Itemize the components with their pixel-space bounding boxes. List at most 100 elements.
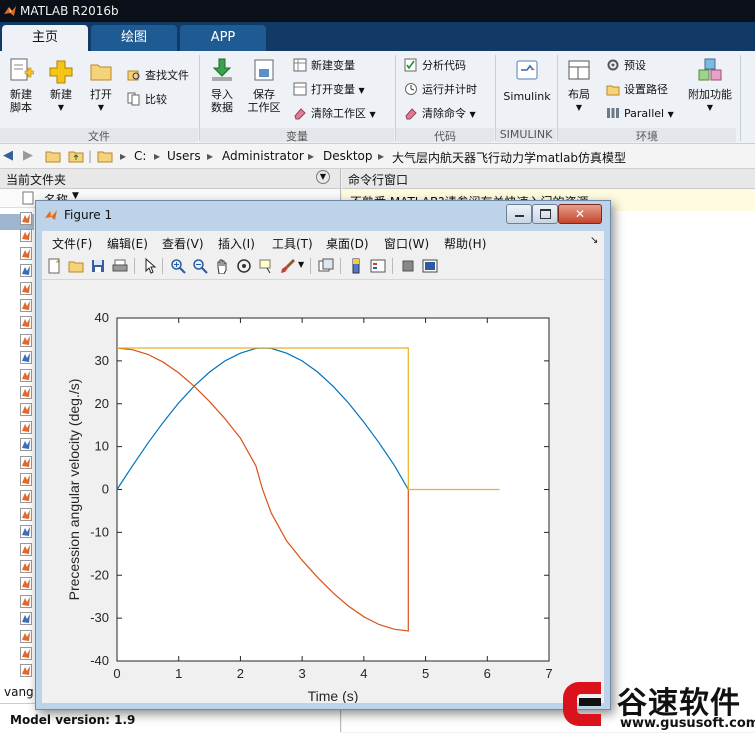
model-file-icon[interactable] bbox=[20, 594, 32, 608]
zoom-in-icon[interactable] bbox=[170, 258, 186, 274]
menu-help[interactable]: 帮助(H) bbox=[444, 235, 486, 252]
model-file-icon[interactable] bbox=[20, 473, 32, 486]
open-label: 打开 bbox=[90, 88, 112, 101]
new-button[interactable]: 新建 ▼ bbox=[44, 57, 78, 114]
save-icon[interactable] bbox=[90, 258, 106, 274]
layout-button[interactable]: 布局 ▼ bbox=[562, 57, 596, 114]
model-file-icon[interactable] bbox=[20, 664, 32, 678]
breadcrumb-current-folder[interactable]: 大气层内航天器飞行动力学matlab仿真模型 bbox=[392, 149, 626, 166]
legend-icon[interactable] bbox=[370, 258, 386, 274]
model-file-icon[interactable] bbox=[20, 386, 32, 399]
simulink-button[interactable]: Simulink bbox=[500, 57, 554, 103]
tab-apps[interactable]: APP bbox=[180, 25, 266, 51]
model-file-icon[interactable] bbox=[20, 333, 32, 347]
open-button[interactable]: 打开 ▼ bbox=[84, 57, 118, 114]
clear-commands-button[interactable]: 清除命令 ▼ bbox=[404, 104, 476, 124]
model-file-icon[interactable] bbox=[20, 299, 32, 312]
model-file-icon[interactable] bbox=[20, 542, 32, 556]
model-file-icon[interactable] bbox=[20, 264, 32, 278]
save-workspace-button[interactable]: 保存 工作区 bbox=[244, 57, 284, 114]
model-file-icon[interactable] bbox=[20, 420, 32, 434]
panel-menu-icon[interactable]: ▼ bbox=[316, 170, 330, 184]
line-chart[interactable]: 0 1 2 3 4 5 6 7 -40 -30 -20 -10 0 10 20 30 40 Time (s) Pre… bbox=[42, 280, 604, 704]
model-file-icon[interactable] bbox=[20, 368, 32, 382]
minimize-button[interactable] bbox=[506, 204, 532, 224]
set-path-button[interactable]: 设置路径 bbox=[606, 80, 668, 100]
browse-folder-icon[interactable] bbox=[45, 148, 61, 164]
model-file-icon[interactable] bbox=[20, 246, 32, 260]
figure-title-bar[interactable]: Figure 1 ✕ bbox=[36, 201, 610, 229]
find-files-button[interactable]: 查找文件 bbox=[127, 66, 189, 86]
model-file-icon[interactable] bbox=[20, 316, 32, 330]
model-file-icon[interactable] bbox=[20, 560, 32, 573]
model-file-icon[interactable] bbox=[20, 577, 32, 591]
model-file-icon[interactable] bbox=[20, 612, 32, 626]
chevron-down-icon: ▼ bbox=[575, 103, 583, 112]
tab-plots[interactable]: 绘图 bbox=[91, 25, 177, 51]
breadcrumb-c[interactable]: C: bbox=[134, 149, 146, 163]
model-file-icon[interactable] bbox=[20, 403, 32, 417]
maximize-button[interactable] bbox=[532, 204, 558, 224]
menu-file[interactable]: 文件(F) bbox=[52, 235, 92, 252]
chevron-down-icon: ▼ bbox=[57, 103, 65, 112]
rotate-3d-icon[interactable] bbox=[236, 258, 252, 274]
new-variable-button[interactable]: 新建变量 bbox=[293, 56, 355, 76]
pan-hand-icon[interactable] bbox=[214, 258, 230, 274]
data-cursor-icon[interactable] bbox=[258, 258, 274, 274]
pointer-icon[interactable] bbox=[142, 258, 158, 274]
open-variable-button[interactable]: 打开变量 ▼ bbox=[293, 80, 365, 100]
run-and-time-button[interactable]: 运行并计时 bbox=[404, 80, 477, 100]
menu-window[interactable]: 窗口(W) bbox=[384, 235, 429, 252]
model-file-icon[interactable] bbox=[20, 629, 32, 643]
model-file-icon[interactable] bbox=[20, 212, 32, 225]
new-script-button[interactable]: 新建 脚本 bbox=[4, 57, 38, 114]
addons-button[interactable]: 附加功能 ▼ bbox=[686, 57, 734, 114]
model-file-icon[interactable] bbox=[20, 229, 32, 243]
model-file-icon[interactable] bbox=[20, 507, 32, 521]
breadcrumb-administrator[interactable]: Administrator bbox=[222, 149, 304, 163]
forward-arrow-icon[interactable]: ▶ bbox=[23, 148, 33, 163]
show-plot-tools-icon[interactable] bbox=[422, 258, 438, 274]
current-folder-header: 当前文件夹 ▼ bbox=[0, 169, 340, 189]
menu-edit[interactable]: 编辑(E) bbox=[107, 235, 148, 252]
y-tick-label: -10 bbox=[90, 524, 109, 539]
dock-arrow-icon[interactable]: ↘ bbox=[590, 235, 598, 246]
figure-canvas[interactable]: 0 1 2 3 4 5 6 7 -40 -30 -20 -10 0 10 20 30 40 Time (s) Pre… bbox=[42, 280, 604, 704]
model-file-icon[interactable] bbox=[20, 490, 32, 504]
model-file-icon[interactable] bbox=[20, 281, 32, 295]
menu-view[interactable]: 查看(V) bbox=[162, 235, 204, 252]
menu-desktop[interactable]: 桌面(D) bbox=[326, 235, 369, 252]
preferences-button[interactable]: 预设 bbox=[606, 56, 646, 76]
model-file-icon[interactable] bbox=[20, 525, 32, 539]
open-file-icon[interactable] bbox=[68, 258, 84, 274]
up-folder-icon[interactable] bbox=[68, 148, 84, 164]
model-file-icon[interactable] bbox=[20, 351, 32, 365]
close-button[interactable]: ✕ bbox=[558, 204, 602, 224]
zoom-out-icon[interactable] bbox=[192, 258, 208, 274]
import-data-button[interactable]: 导入 数据 bbox=[204, 57, 240, 114]
parallel-button[interactable]: Parallel ▼ bbox=[606, 104, 674, 124]
analyze-code-button[interactable]: 分析代码 bbox=[404, 56, 466, 76]
model-file-icon[interactable] bbox=[20, 455, 32, 469]
tab-home[interactable]: 主页 bbox=[2, 25, 88, 51]
colorbar-icon[interactable] bbox=[348, 258, 364, 274]
preferences-label: 预设 bbox=[624, 59, 646, 72]
breadcrumb-users[interactable]: Users bbox=[167, 149, 201, 163]
brush-icon[interactable] bbox=[280, 258, 296, 274]
model-file-icon[interactable] bbox=[20, 647, 32, 660]
file-list-item[interactable]: vang bbox=[4, 685, 34, 699]
hide-plot-tools-icon[interactable] bbox=[400, 258, 416, 274]
print-icon[interactable] bbox=[112, 258, 128, 274]
menu-tools[interactable]: 工具(T) bbox=[272, 235, 313, 252]
link-plot-icon[interactable] bbox=[318, 258, 334, 274]
compare-button[interactable]: 比较 bbox=[127, 90, 167, 110]
clear-workspace-label: 清除工作区 bbox=[311, 107, 366, 120]
breadcrumb-desktop[interactable]: Desktop bbox=[323, 149, 373, 163]
new-figure-icon[interactable] bbox=[46, 258, 62, 274]
matlab-logo-icon bbox=[45, 210, 57, 220]
menu-insert[interactable]: 插入(I) bbox=[218, 235, 255, 252]
back-arrow-icon[interactable]: ◀ bbox=[3, 148, 13, 163]
chevron-down-icon[interactable]: ▼ bbox=[298, 260, 304, 269]
clear-workspace-button[interactable]: 清除工作区 ▼ bbox=[293, 104, 376, 124]
model-file-icon[interactable] bbox=[20, 438, 32, 452]
